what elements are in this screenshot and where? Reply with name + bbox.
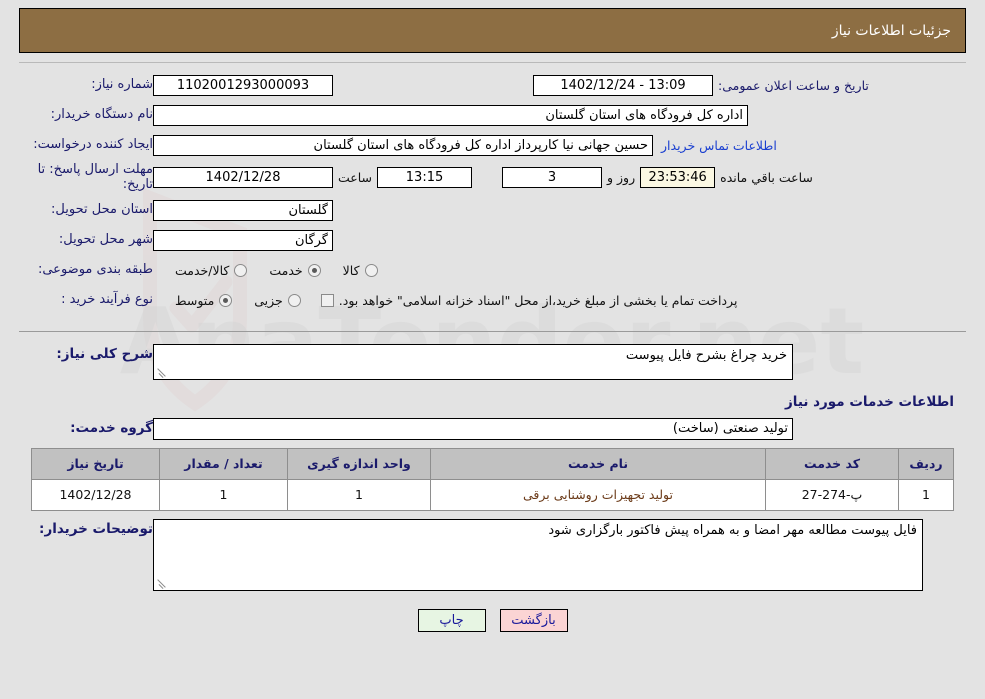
- service-group-input[interactable]: تولید صنعتی (ساخت): [153, 417, 793, 440]
- radio-icon-khedmat[interactable]: [307, 264, 321, 278]
- province-input[interactable]: گلستان: [153, 200, 333, 222]
- public-announce-value: 13:09 - 1402/12/24: [533, 74, 713, 96]
- table-row: 1 پ-274-27 تولید تجهیزات روشنایی برقی 1 …: [31, 478, 954, 511]
- row-purchase-type: پرداخت تمام یا بخشی از مبلغ خرید،از محل …: [31, 289, 954, 313]
- general-description-textarea[interactable]: خرید چراغ بشرح فایل پیوست: [153, 343, 793, 380]
- service-group-label: گروه خدمت:: [70, 419, 153, 436]
- buyer-notes-text: فایل پیوست مطالعه مهر امضا و به همراه پی…: [548, 522, 917, 538]
- radio-icon-jozi[interactable]: [287, 294, 301, 308]
- row-buyer-notes: فایل پیوست مطالعه مهر امضا و به همراه پی…: [31, 518, 954, 591]
- cell-service-name: تولید تجهیزات روشنایی برقی: [430, 478, 766, 511]
- radio-icon-motevaset[interactable]: [219, 294, 233, 308]
- category-option-0[interactable]: کالا: [343, 263, 378, 278]
- deadline-label: مهلت ارسال پاسخ: تا تاریخ:: [37, 162, 153, 192]
- row-buyer-org: اداره کل فرودگاه های استان گلستان نام دس…: [31, 103, 954, 127]
- services-table-wrap: ردیف کد خدمت نام خدمت واحد اندازه گیری ت…: [19, 447, 966, 511]
- creator-input[interactable]: حسین جهانی نیا کارپرداز اداره کل فرودگاه…: [153, 134, 653, 156]
- countdown-value: 23:53:46: [640, 167, 716, 189]
- purchase-type-option-0[interactable]: جزیی: [254, 293, 301, 308]
- purchase-type-option-1[interactable]: متوسط: [175, 293, 233, 309]
- footer-actions: بازگشت چاپ: [0, 608, 985, 632]
- services-section-heading: اطلاعات خدمات مورد نیاز: [784, 393, 954, 410]
- category-option-1-label: خدمت: [269, 263, 303, 279]
- general-description-label: شرح کلی نیاز:: [56, 345, 153, 362]
- resize-grip-icon-notes[interactable]: [156, 577, 168, 589]
- purchase-type-option-1-label: متوسط: [175, 293, 215, 309]
- buyer-org-label: نام دستگاه خریدار:: [50, 106, 153, 122]
- province-label: استان محل تحویل:: [51, 202, 153, 218]
- buyer-notes-textarea[interactable]: فایل پیوست مطالعه مهر امضا و به همراه پی…: [153, 518, 923, 591]
- purchase-type-radio-group: جزیی متوسط: [153, 293, 301, 308]
- row-province: گلستان استان محل تحویل:: [31, 199, 954, 223]
- buyer-contact-link[interactable]: اطلاعات تماس خریدار: [661, 138, 777, 153]
- row-general-description: خرید چراغ بشرح فایل پیوست شرح کلی نیاز:: [31, 343, 954, 380]
- category-label: طبقه بندی موضوعی:: [37, 262, 153, 278]
- col-header-unit: واحد اندازه گیری: [287, 447, 431, 480]
- service-group-block: تولید صنعتی (ساخت) گروه خدمت:: [19, 414, 966, 440]
- cell-row-no: 1: [898, 478, 954, 511]
- general-description-block: خرید چراغ بشرح فایل پیوست شرح کلی نیاز:: [19, 332, 966, 384]
- col-header-service-name: نام خدمت: [430, 447, 766, 480]
- purchase-type-label: نوع فرآیند خرید :: [61, 292, 153, 308]
- col-header-need-date: تاریخ نیاز: [31, 447, 160, 480]
- resize-grip-icon[interactable]: [156, 366, 168, 378]
- need-number-label: شماره نیاز:: [91, 76, 153, 92]
- creator-label: ایجاد کننده درخواست:: [33, 136, 153, 152]
- cell-unit: 1: [287, 478, 431, 511]
- need-number-input[interactable]: 1102001293000093: [153, 74, 333, 96]
- category-option-2-label: کالا/خدمت: [175, 263, 230, 279]
- buyer-org-input[interactable]: اداره کل فرودگاه های استان گلستان: [153, 104, 748, 126]
- page-title: جزئیات اطلاعات نیاز: [831, 22, 951, 39]
- back-button[interactable]: بازگشت: [499, 608, 568, 632]
- print-button[interactable]: چاپ: [417, 608, 486, 632]
- treasury-checkbox-label: پرداخت تمام یا بخشی از مبلغ خرید،از محل …: [338, 293, 738, 309]
- page-root: جزئیات اطلاعات نیاز تاریخ و ساعت اعلان ع…: [0, 8, 985, 632]
- row-service-group: تولید صنعتی (ساخت) گروه خدمت:: [31, 417, 954, 440]
- services-table: ردیف کد خدمت نام خدمت واحد اندازه گیری ت…: [31, 447, 954, 511]
- deadline-hour-label: ساعت: [338, 170, 373, 186]
- buyer-notes-block: فایل پیوست مطالعه مهر امضا و به همراه پی…: [19, 511, 966, 595]
- city-input[interactable]: گرگان: [153, 230, 333, 252]
- days-unit-label: روز و: [607, 170, 636, 186]
- category-option-1[interactable]: خدمت: [269, 263, 321, 279]
- cell-quantity: 1: [159, 478, 288, 511]
- general-description-text: خرید چراغ بشرح فایل پیوست: [625, 347, 787, 363]
- table-header-row: ردیف کد خدمت نام خدمت واحد اندازه گیری ت…: [31, 447, 954, 480]
- row-deadline: ساعت باقي مانده 23:53:46 روز و 3 13:15 س…: [31, 162, 954, 193]
- cell-need-date: 1402/12/28: [31, 478, 160, 511]
- category-option-0-label: کالا: [342, 263, 360, 279]
- countdown-suffix-label: ساعت باقي مانده: [720, 170, 813, 186]
- page-header: جزئیات اطلاعات نیاز: [19, 8, 966, 53]
- need-info-panel: تاریخ و ساعت اعلان عمومی: 13:09 - 1402/1…: [19, 62, 966, 325]
- category-radio-group: کالا خدمت کالا/خدمت: [153, 263, 378, 278]
- col-header-row-no: ردیف: [898, 447, 954, 480]
- row-creator: اطلاعات تماس خریدار حسین جهانی نیا کارپر…: [31, 133, 954, 157]
- deadline-time-input[interactable]: 13:15: [377, 167, 473, 189]
- days-remaining-value: 3: [502, 167, 603, 189]
- col-header-service-code: کد خدمت: [765, 447, 899, 480]
- category-option-2[interactable]: کالا/خدمت: [175, 263, 248, 279]
- purchase-type-option-0-label: جزیی: [254, 293, 283, 309]
- public-announce-label: تاریخ و ساعت اعلان عمومی:: [718, 77, 869, 93]
- deadline-date-input[interactable]: 1402/12/28: [153, 167, 333, 189]
- row-category: کالا خدمت کالا/خدمت طبقه بندی موضوعی:: [31, 259, 954, 283]
- radio-icon-kala-khedmat[interactable]: [234, 264, 248, 278]
- row-city: گرگان شهر محل تحویل:: [31, 229, 954, 253]
- treasury-checkbox[interactable]: [320, 294, 334, 308]
- row-need-number: تاریخ و ساعت اعلان عمومی: 13:09 - 1402/1…: [31, 73, 954, 97]
- city-label: شهر محل تحویل:: [58, 232, 153, 248]
- col-header-quantity: تعداد / مقدار: [159, 447, 288, 480]
- cell-service-code: پ-274-27: [765, 478, 899, 511]
- buyer-notes-label: توضیحات خریدار:: [39, 520, 153, 537]
- radio-icon-kala[interactable]: [364, 264, 378, 278]
